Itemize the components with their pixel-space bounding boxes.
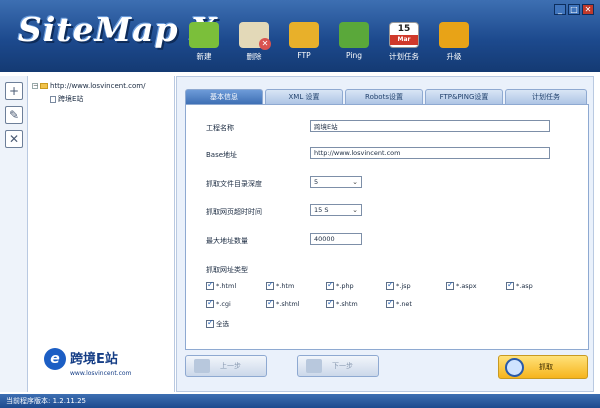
app-header: SiteMap X 新建 ✕ 删除 FTP Ping 15 Mar 计划任务 升… <box>0 0 600 72</box>
window-controls: _ □ ✕ <box>552 4 594 16</box>
type-net-checkbox[interactable]: *.net <box>386 298 412 308</box>
project-name-input[interactable] <box>310 120 550 132</box>
type-aspx-checkbox[interactable]: *.aspx <box>446 280 477 290</box>
schedule-button[interactable]: 15 Mar 计划任务 <box>382 22 426 68</box>
folder-icon <box>40 83 48 89</box>
timeout-label: 抓取网页超时时间 <box>206 208 262 216</box>
url-types-label: 抓取网址类型 <box>206 266 248 274</box>
tree-item[interactable]: 跨境E站 <box>50 94 83 104</box>
tab-schedule[interactable]: 计划任务 <box>505 89 587 104</box>
delete-button[interactable]: ✕ 删除 <box>232 22 276 68</box>
ftp-icon <box>289 22 319 48</box>
remove-page-icon[interactable]: ✕ <box>5 130 23 148</box>
max-urls-input[interactable] <box>310 233 362 245</box>
basic-info-form: 工程名称 Base地址 抓取文件目录深度 5⌄ 抓取网页超时时间 15 S⌄ 最… <box>185 104 589 350</box>
project-name-label: 工程名称 <box>206 124 234 132</box>
max-urls-label: 最大地址数量 <box>206 237 248 245</box>
ping-button[interactable]: Ping <box>332 22 376 68</box>
base-url-input[interactable] <box>310 147 550 159</box>
calendar-icon: 15 Mar <box>389 22 419 48</box>
next-step-button[interactable]: 下一步 <box>297 355 379 377</box>
side-toolbar: + ✎ ✕ <box>0 76 28 392</box>
status-bar: 当前程序版本: 1.2.11.25 <box>0 394 600 408</box>
type-php-checkbox[interactable]: *.php <box>326 280 354 290</box>
collapse-icon[interactable]: − <box>32 83 38 89</box>
new-icon <box>189 22 219 48</box>
delete-icon: ✕ <box>239 22 271 50</box>
tab-xml-settings[interactable]: XML 设置 <box>265 89 343 104</box>
tree-root[interactable]: − http://www.losvincent.com/ <box>32 82 145 90</box>
chevron-down-icon: ⌄ <box>352 178 358 186</box>
brand-e-icon: e <box>44 348 66 370</box>
project-tree: − http://www.losvincent.com/ 跨境E站 e 跨境E站 … <box>28 76 175 392</box>
minimize-button[interactable]: _ <box>554 4 566 15</box>
magnifier-icon <box>505 358 524 377</box>
depth-label: 抓取文件目录深度 <box>206 180 262 188</box>
edit-icon[interactable]: ✎ <box>5 106 23 124</box>
type-jsp-checkbox[interactable]: *.jsp <box>386 280 411 290</box>
ping-icon <box>339 22 369 48</box>
type-htm-checkbox[interactable]: *.htm <box>266 280 294 290</box>
arrow-right-icon <box>306 359 322 373</box>
settings-panel: 基本信息 XML 设置 Robots设置 FTP&PING设置 计划任务 工程名… <box>176 76 594 392</box>
tab-basic-info[interactable]: 基本信息 <box>185 89 263 104</box>
tab-ftp-ping-settings[interactable]: FTP&PING设置 <box>425 89 503 104</box>
depth-select[interactable]: 5 ⌄ <box>310 176 362 188</box>
prev-step-button[interactable]: 上一步 <box>185 355 267 377</box>
restore-button[interactable]: □ <box>568 4 580 15</box>
brand-logo: e 跨境E站 www.losvincent.com <box>44 346 164 380</box>
new-button[interactable]: 新建 <box>182 22 226 68</box>
type-html-checkbox[interactable]: *.html <box>206 280 236 290</box>
chevron-down-icon: ⌄ <box>352 206 358 214</box>
type-asp-checkbox[interactable]: *.asp <box>506 280 533 290</box>
tab-robots-settings[interactable]: Robots设置 <box>345 89 423 104</box>
arrow-left-icon <box>194 359 210 373</box>
add-page-icon[interactable]: + <box>5 82 23 100</box>
upgrade-button[interactable]: 升级 <box>432 22 476 68</box>
ftp-button[interactable]: FTP <box>282 22 326 68</box>
close-button[interactable]: ✕ <box>582 4 594 15</box>
page-icon <box>50 95 56 103</box>
type-cgi-checkbox[interactable]: *.cgi <box>206 298 231 308</box>
type-shtml-checkbox[interactable]: *.shtml <box>266 298 300 308</box>
base-url-label: Base地址 <box>206 151 238 159</box>
capture-button[interactable]: 抓取 <box>498 355 588 379</box>
upgrade-icon <box>439 22 469 48</box>
select-all-checkbox[interactable]: 全选 <box>206 318 229 328</box>
timeout-select[interactable]: 15 S ⌄ <box>310 204 362 216</box>
type-shtm-checkbox[interactable]: *.shtm <box>326 298 358 308</box>
